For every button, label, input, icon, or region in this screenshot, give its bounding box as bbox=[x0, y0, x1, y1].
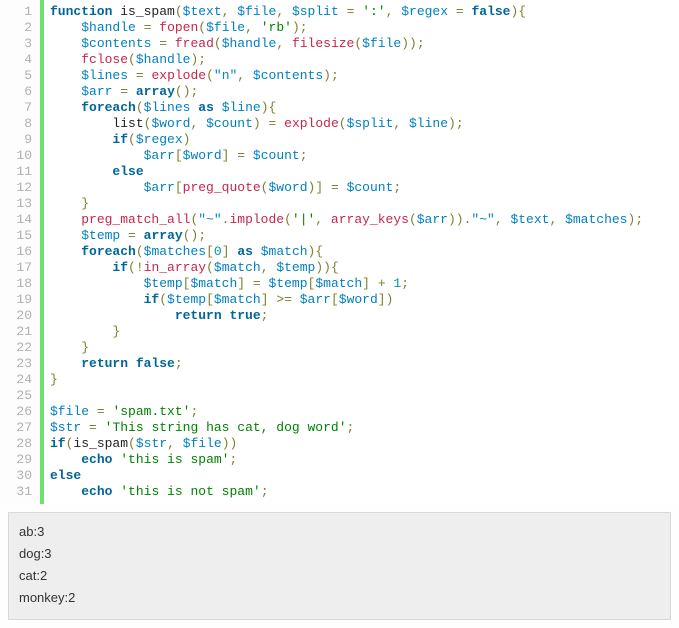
code-line: $handle = fopen($file, 'rb'); bbox=[50, 20, 643, 36]
line-number: 3 bbox=[0, 36, 36, 52]
line-number: 19 bbox=[0, 292, 36, 308]
code-line: if(!in_array($match, $temp)){ bbox=[50, 260, 643, 276]
code-area: function is_spam($text, $file, $split = … bbox=[50, 0, 643, 504]
code-line: foreach($matches[0] as $match){ bbox=[50, 244, 643, 260]
code-line: } bbox=[50, 340, 643, 356]
line-number: 29 bbox=[0, 452, 36, 468]
line-number: 14 bbox=[0, 212, 36, 228]
code-line: } bbox=[50, 196, 643, 212]
line-number: 13 bbox=[0, 196, 36, 212]
line-number-gutter: 1234567891011121314151617181920212223242… bbox=[0, 0, 40, 504]
line-number: 17 bbox=[0, 260, 36, 276]
line-number: 1 bbox=[0, 4, 36, 20]
code-line: $str = 'This string has cat, dog word'; bbox=[50, 420, 643, 436]
code-line: if($regex) bbox=[50, 132, 643, 148]
line-number: 8 bbox=[0, 116, 36, 132]
code-line: $arr[preg_quote($word)] = $count; bbox=[50, 180, 643, 196]
code-line: $temp = array(); bbox=[50, 228, 643, 244]
line-number: 21 bbox=[0, 324, 36, 340]
code-line: $file = 'spam.txt'; bbox=[50, 404, 643, 420]
output-line: monkey:2 bbox=[19, 587, 660, 609]
line-number: 4 bbox=[0, 52, 36, 68]
output-block: ab:3dog:3cat:2monkey:2 bbox=[8, 512, 671, 620]
code-line: echo 'this is spam'; bbox=[50, 452, 643, 468]
line-number: 25 bbox=[0, 388, 36, 404]
line-number: 27 bbox=[0, 420, 36, 436]
code-line: foreach($lines as $line){ bbox=[50, 100, 643, 116]
output-line: ab:3 bbox=[19, 521, 660, 543]
code-line: $temp[$match] = $temp[$match] + 1; bbox=[50, 276, 643, 292]
line-number: 16 bbox=[0, 244, 36, 260]
line-number: 18 bbox=[0, 276, 36, 292]
code-line bbox=[50, 388, 643, 404]
line-number: 31 bbox=[0, 484, 36, 500]
code-line: else bbox=[50, 468, 643, 484]
line-number: 2 bbox=[0, 20, 36, 36]
code-line: return true; bbox=[50, 308, 643, 324]
line-number: 22 bbox=[0, 340, 36, 356]
line-number: 5 bbox=[0, 68, 36, 84]
code-line: } bbox=[50, 372, 643, 388]
line-number: 30 bbox=[0, 468, 36, 484]
line-number: 26 bbox=[0, 404, 36, 420]
line-number: 9 bbox=[0, 132, 36, 148]
code-line: fclose($handle); bbox=[50, 52, 643, 68]
line-number: 11 bbox=[0, 164, 36, 180]
line-number: 28 bbox=[0, 436, 36, 452]
line-number: 6 bbox=[0, 84, 36, 100]
code-line: $arr = array(); bbox=[50, 84, 643, 100]
change-marker bbox=[40, 0, 44, 504]
code-line: $lines = explode("n", $contents); bbox=[50, 68, 643, 84]
line-number: 12 bbox=[0, 180, 36, 196]
code-block: 1234567891011121314151617181920212223242… bbox=[0, 0, 679, 504]
code-line: else bbox=[50, 164, 643, 180]
line-number: 20 bbox=[0, 308, 36, 324]
output-line: dog:3 bbox=[19, 543, 660, 565]
line-number: 23 bbox=[0, 356, 36, 372]
code-line: if($temp[$match] >= $arr[$word]) bbox=[50, 292, 643, 308]
code-line: if(is_spam($str, $file)) bbox=[50, 436, 643, 452]
code-line: $contents = fread($handle, filesize($fil… bbox=[50, 36, 643, 52]
line-number: 24 bbox=[0, 372, 36, 388]
code-line: } bbox=[50, 324, 643, 340]
line-number: 15 bbox=[0, 228, 36, 244]
output-line: cat:2 bbox=[19, 565, 660, 587]
line-number: 7 bbox=[0, 100, 36, 116]
line-number: 10 bbox=[0, 148, 36, 164]
code-line: $arr[$word] = $count; bbox=[50, 148, 643, 164]
code-line: return false; bbox=[50, 356, 643, 372]
code-line: preg_match_all("~".implode('|', array_ke… bbox=[50, 212, 643, 228]
code-line: list($word, $count) = explode($split, $l… bbox=[50, 116, 643, 132]
code-line: echo 'this is not spam'; bbox=[50, 484, 643, 500]
code-line: function is_spam($text, $file, $split = … bbox=[50, 4, 643, 20]
